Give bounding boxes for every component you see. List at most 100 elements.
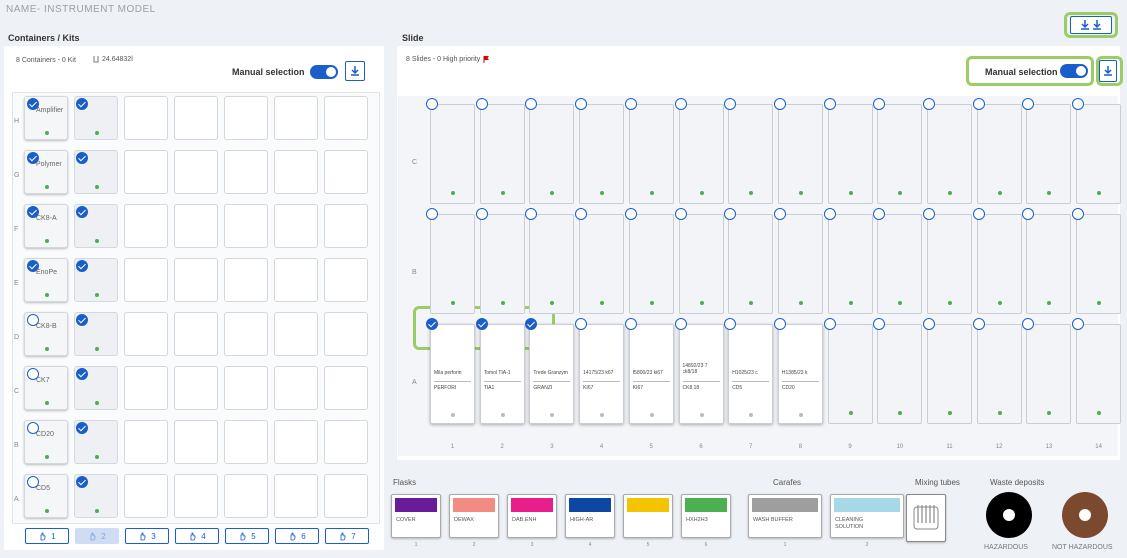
container-slot[interactable] <box>324 366 368 410</box>
slide-select-circle[interactable] <box>426 318 438 330</box>
container-slot[interactable] <box>174 420 218 464</box>
flask-item[interactable]: 5 <box>623 494 673 548</box>
slide-slot[interactable] <box>1076 324 1122 424</box>
container-tab-3[interactable]: 3 <box>125 528 169 544</box>
slide-select-circle[interactable] <box>823 208 836 220</box>
slide-slot[interactable] <box>777 104 823 204</box>
slide-manual-selection-toggle[interactable] <box>1060 64 1088 78</box>
container-slot[interactable] <box>324 150 368 194</box>
slide-slot[interactable] <box>877 214 923 314</box>
container-slot[interactable] <box>224 474 268 518</box>
slide-slot[interactable] <box>529 104 575 204</box>
kit-select-circle[interactable] <box>76 260 88 272</box>
slide-select-circle[interactable] <box>823 98 836 110</box>
slide-slot[interactable] <box>430 214 475 314</box>
container-slot[interactable] <box>324 312 368 356</box>
slide-select-circle[interactable] <box>923 318 935 330</box>
slide-slot[interactable] <box>877 324 923 424</box>
container-slot[interactable] <box>324 420 368 464</box>
kit-select-circle[interactable] <box>76 368 88 380</box>
carafe-item[interactable]: CLEANING SOLUTION 2 <box>830 494 904 548</box>
slide-select-circle[interactable] <box>575 98 588 110</box>
container-slot[interactable] <box>174 258 218 302</box>
slide-slot[interactable]: Mila perforin PERFORI <box>430 324 475 424</box>
slide-select-circle[interactable] <box>823 318 836 330</box>
slide-slot[interactable]: H1025/23 c CD5 <box>728 324 774 424</box>
slide-select-circle[interactable] <box>475 208 488 220</box>
container-slot[interactable] <box>124 366 168 410</box>
slide-slot[interactable] <box>777 214 823 314</box>
slide-slot[interactable]: Tomol TIA-1 TIA1 <box>479 324 525 424</box>
container-slot[interactable] <box>274 258 318 302</box>
container-slot[interactable] <box>124 204 168 248</box>
slide-select-circle[interactable] <box>624 208 637 220</box>
slide-slot[interactable]: Trede Granzym GRANZI <box>529 324 575 424</box>
slide-slot[interactable] <box>579 214 625 314</box>
slide-slot[interactable] <box>927 104 972 204</box>
slide-slot[interactable] <box>1076 214 1122 314</box>
slide-select-circle[interactable] <box>1072 98 1085 110</box>
slide-slot[interactable]: H1385/23 k CD20 <box>777 324 823 424</box>
slide-slot[interactable] <box>1076 104 1122 204</box>
slide-slot[interactable] <box>1026 214 1072 314</box>
container-tab-7[interactable]: 7 <box>325 528 369 544</box>
flask-item[interactable]: DEWAX 2 <box>449 494 499 548</box>
slide-slot[interactable] <box>430 104 475 204</box>
slide-slot[interactable] <box>1026 324 1072 424</box>
mixing-tubes[interactable] <box>906 494 946 542</box>
container-slot[interactable] <box>174 96 218 140</box>
slide-slot[interactable] <box>529 214 575 314</box>
container-slot[interactable] <box>224 312 268 356</box>
container-slot[interactable] <box>224 150 268 194</box>
slide-select-circle[interactable] <box>575 208 588 220</box>
slide-slot[interactable] <box>1026 104 1072 204</box>
container-slot[interactable] <box>324 96 368 140</box>
container-slot[interactable] <box>324 474 368 518</box>
container-slot[interactable] <box>174 312 218 356</box>
container-slot[interactable] <box>274 312 318 356</box>
container-slot[interactable] <box>124 150 168 194</box>
container-slot[interactable] <box>324 204 368 248</box>
container-tab-5[interactable]: 5 <box>225 528 269 544</box>
slide-select-circle[interactable] <box>426 208 438 220</box>
container-slot[interactable] <box>224 96 268 140</box>
kit-select-circle[interactable] <box>76 422 88 434</box>
slide-select-circle[interactable] <box>1072 318 1085 330</box>
slide-select-circle[interactable] <box>624 98 637 110</box>
slide-slot[interactable] <box>827 214 873 314</box>
flask-item[interactable]: COVER 1 <box>391 494 441 548</box>
slide-select-circle[interactable] <box>674 98 687 110</box>
slide-select-circle[interactable] <box>575 318 588 330</box>
container-slot[interactable] <box>124 258 168 302</box>
slide-select-circle[interactable] <box>1072 208 1085 220</box>
slide-slot[interactable]: 14175/23 k67 KI67 <box>579 324 625 424</box>
container-slot[interactable] <box>274 150 318 194</box>
container-slot[interactable] <box>274 204 318 248</box>
slide-select-circle[interactable] <box>972 318 985 330</box>
slide-slot[interactable] <box>479 214 525 314</box>
kit-select-circle[interactable] <box>76 314 88 326</box>
download-all-button[interactable] <box>1070 16 1112 34</box>
slide-select-circle[interactable] <box>426 98 438 110</box>
slide-slot[interactable] <box>927 214 972 314</box>
flask-item[interactable]: HXH2H3 6 <box>681 494 731 548</box>
slide-slot[interactable]: f5800/23 ki67 KI67 <box>628 324 674 424</box>
container-slot[interactable] <box>174 150 218 194</box>
container-slot[interactable] <box>224 204 268 248</box>
container-slot[interactable] <box>174 366 218 410</box>
slide-slot[interactable] <box>579 104 625 204</box>
waste-deposit-not-hazardous[interactable] <box>1062 492 1108 538</box>
container-slot[interactable] <box>324 258 368 302</box>
container-slot[interactable] <box>174 204 218 248</box>
containers-manual-selection-toggle[interactable] <box>310 65 338 79</box>
slide-download-button[interactable] <box>1099 60 1117 82</box>
slide-slot[interactable] <box>877 104 923 204</box>
kit-select-circle[interactable] <box>76 476 88 488</box>
container-slot[interactable] <box>124 420 168 464</box>
slide-slot[interactable] <box>827 324 873 424</box>
slide-select-circle[interactable] <box>624 318 637 330</box>
container-tab-6[interactable]: 6 <box>275 528 319 544</box>
container-slot[interactable] <box>124 96 168 140</box>
slide-select-circle[interactable] <box>923 98 935 110</box>
kit-select-circle[interactable] <box>76 98 88 110</box>
